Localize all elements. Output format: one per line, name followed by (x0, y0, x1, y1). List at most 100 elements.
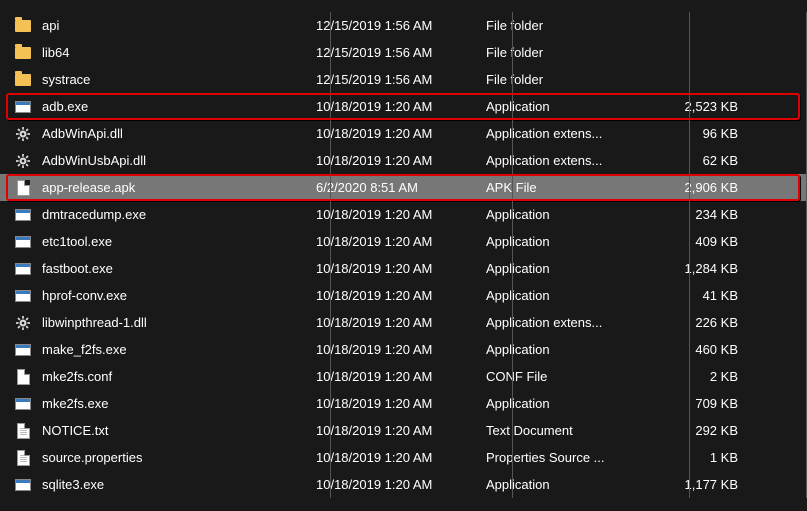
file-date: 10/18/2019 1:20 AM (316, 450, 486, 465)
file-date: 10/18/2019 1:20 AM (316, 342, 486, 357)
file-row[interactable]: etc1tool.exe10/18/2019 1:20 AMApplicatio… (0, 228, 806, 255)
column-separator (689, 309, 690, 336)
column-separator (512, 444, 513, 471)
file-size: 1,284 KB (656, 261, 746, 276)
column-separator (330, 201, 331, 228)
file-row[interactable]: api12/15/2019 1:56 AMFile folder (0, 12, 806, 39)
file-date: 12/15/2019 1:56 AM (316, 18, 486, 33)
column-separator (330, 255, 331, 282)
application-icon (14, 260, 32, 278)
file-row[interactable]: NOTICE.txt10/18/2019 1:20 AMText Documen… (0, 417, 806, 444)
file-row[interactable]: sqlite3.exe10/18/2019 1:20 AMApplication… (0, 471, 806, 498)
file-name: AdbWinApi.dll (42, 126, 123, 141)
column-separator (512, 363, 513, 390)
file-size: 2,523 KB (656, 99, 746, 114)
application-icon (14, 206, 32, 224)
file-size: 460 KB (656, 342, 746, 357)
column-separator (512, 390, 513, 417)
file-name: api (42, 18, 59, 33)
column-separator (689, 174, 690, 201)
file-row[interactable]: make_f2fs.exe10/18/2019 1:20 AMApplicati… (0, 336, 806, 363)
column-separator (512, 66, 513, 93)
file-size: 234 KB (656, 207, 746, 222)
file-name: fastboot.exe (42, 261, 113, 276)
file-date: 10/18/2019 1:20 AM (316, 234, 486, 249)
column-separator (689, 147, 690, 174)
column-separator (689, 228, 690, 255)
file-row[interactable]: AdbWinApi.dll10/18/2019 1:20 AMApplicati… (0, 120, 806, 147)
file-date: 10/18/2019 1:20 AM (316, 369, 486, 384)
file-date: 10/18/2019 1:20 AM (316, 126, 486, 141)
file-date: 6/2/2020 8:51 AM (316, 180, 486, 195)
application-icon (14, 395, 32, 413)
column-separator (330, 309, 331, 336)
file-date: 10/18/2019 1:20 AM (316, 288, 486, 303)
column-separator (512, 120, 513, 147)
column-separator (512, 309, 513, 336)
file-size: 1,177 KB (656, 477, 746, 492)
column-separator (330, 66, 331, 93)
application-icon (14, 98, 32, 116)
file-date: 10/18/2019 1:20 AM (316, 99, 486, 114)
folder-icon (14, 17, 32, 35)
column-separator (512, 201, 513, 228)
application-icon (14, 287, 32, 305)
column-separator (512, 417, 513, 444)
column-separator (330, 120, 331, 147)
file-row[interactable]: fastboot.exe10/18/2019 1:20 AMApplicatio… (0, 255, 806, 282)
file-date: 12/15/2019 1:56 AM (316, 72, 486, 87)
text-file-icon (14, 449, 32, 467)
file-row[interactable]: app-release.apk6/2/2020 8:51 AMAPK File2… (0, 174, 806, 201)
file-date: 10/18/2019 1:20 AM (316, 261, 486, 276)
file-date: 10/18/2019 1:20 AM (316, 423, 486, 438)
file-size: 226 KB (656, 315, 746, 330)
column-separator (512, 471, 513, 498)
application-icon (14, 341, 32, 359)
file-name: dmtracedump.exe (42, 207, 146, 222)
column-separator (330, 12, 331, 39)
file-date: 10/18/2019 1:20 AM (316, 315, 486, 330)
file-list[interactable]: api12/15/2019 1:56 AMFile folderlib6412/… (0, 12, 807, 498)
column-separator (330, 363, 331, 390)
column-separator (330, 174, 331, 201)
column-separator (330, 93, 331, 120)
dll-gear-icon (14, 314, 32, 332)
application-icon (14, 233, 32, 251)
column-separator (330, 39, 331, 66)
dll-gear-icon (14, 125, 32, 143)
column-separator (330, 336, 331, 363)
column-separator (512, 39, 513, 66)
file-row[interactable]: libwinpthread-1.dll10/18/2019 1:20 AMApp… (0, 309, 806, 336)
file-row[interactable]: source.properties10/18/2019 1:20 AMPrope… (0, 444, 806, 471)
file-row[interactable]: mke2fs.conf10/18/2019 1:20 AMCONF File2 … (0, 363, 806, 390)
file-size: 292 KB (656, 423, 746, 438)
column-separator (689, 93, 690, 120)
column-separator (512, 147, 513, 174)
column-separator (512, 93, 513, 120)
column-separator (689, 201, 690, 228)
file-row[interactable]: hprof-conv.exe10/18/2019 1:20 AMApplicat… (0, 282, 806, 309)
folder-icon (14, 44, 32, 62)
file-size: 409 KB (656, 234, 746, 249)
file-size: 41 KB (656, 288, 746, 303)
file-row[interactable]: mke2fs.exe10/18/2019 1:20 AMApplication7… (0, 390, 806, 417)
file-icon (14, 179, 32, 197)
column-separator (512, 12, 513, 39)
file-icon (14, 368, 32, 386)
column-separator (512, 336, 513, 363)
file-row[interactable]: lib6412/15/2019 1:56 AMFile folder (0, 39, 806, 66)
column-separator (330, 390, 331, 417)
file-date: 12/15/2019 1:56 AM (316, 45, 486, 60)
file-row[interactable]: systrace12/15/2019 1:56 AMFile folder (0, 66, 806, 93)
column-separator (330, 282, 331, 309)
column-separator (512, 255, 513, 282)
column-separator (689, 66, 690, 93)
column-separator (330, 228, 331, 255)
column-separator (689, 336, 690, 363)
file-row[interactable]: dmtracedump.exe10/18/2019 1:20 AMApplica… (0, 201, 806, 228)
file-row[interactable]: adb.exe10/18/2019 1:20 AMApplication2,52… (0, 93, 806, 120)
file-date: 10/18/2019 1:20 AM (316, 207, 486, 222)
file-row[interactable]: AdbWinUsbApi.dll10/18/2019 1:20 AMApplic… (0, 147, 806, 174)
file-name: libwinpthread-1.dll (42, 315, 147, 330)
file-size: 709 KB (656, 396, 746, 411)
